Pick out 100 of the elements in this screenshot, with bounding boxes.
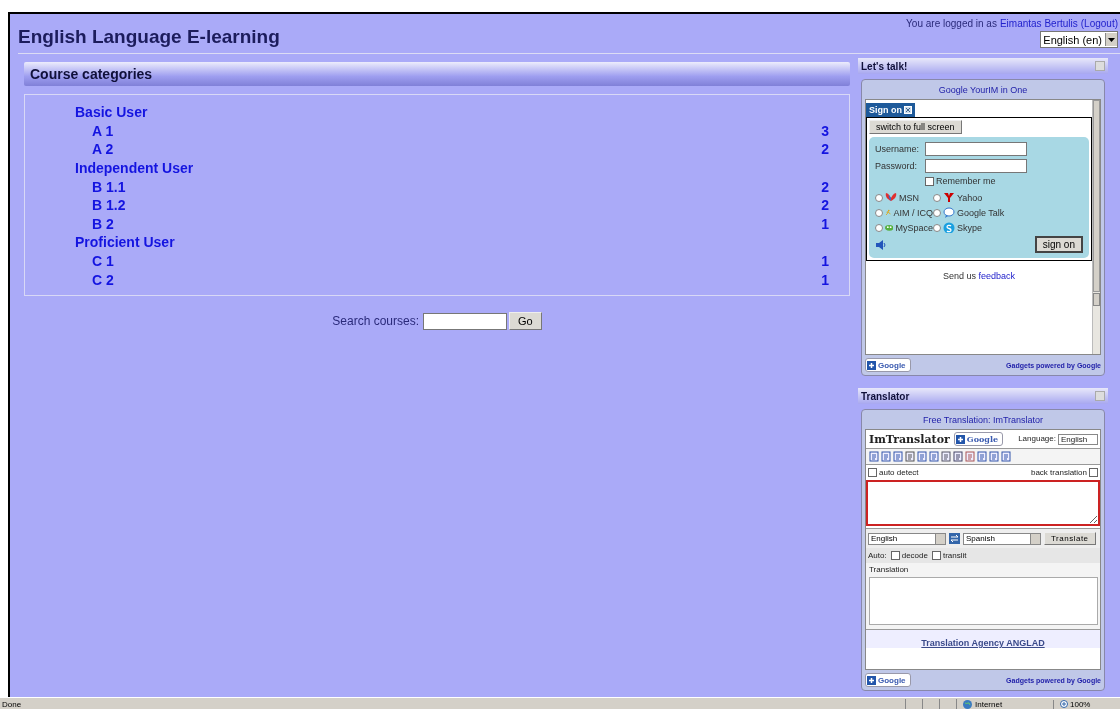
- source-text-field[interactable]: [866, 480, 1100, 526]
- category-link[interactable]: Independent User: [75, 160, 194, 177]
- scrollbar[interactable]: [1092, 100, 1100, 354]
- category-link[interactable]: Proficient User: [75, 234, 175, 251]
- radio-button[interactable]: [933, 208, 941, 217]
- google-button[interactable]: Google: [953, 432, 1004, 446]
- subcategory-link[interactable]: C 2: [92, 271, 114, 288]
- toolbar-icon: [917, 451, 927, 462]
- toolbar-icon: [1001, 451, 1011, 462]
- password-field[interactable]: [925, 159, 1027, 173]
- network-label: Google Talk: [957, 207, 1005, 218]
- toolbar-icon: [989, 451, 999, 462]
- checkbox-label: auto detect: [879, 468, 919, 477]
- section-header: Course categories: [24, 62, 850, 86]
- remember-label: Remember me: [936, 176, 996, 186]
- gadget-title: Google YourIM in One: [937, 84, 1029, 97]
- subcategory-link[interactable]: B 2: [92, 215, 114, 232]
- checkbox[interactable]: [925, 176, 934, 186]
- translator-brand: ImTranslator: [869, 432, 950, 446]
- globe-icon: [963, 699, 972, 709]
- course-count: 2: [821, 197, 829, 214]
- network-label: AIM / ICQ: [893, 207, 933, 218]
- toolbar-icon: [965, 451, 975, 462]
- block-title: Let's talk!: [861, 60, 908, 72]
- toolbar-icon: [881, 451, 891, 462]
- course-count: 1: [821, 215, 829, 232]
- network-label: MySpace: [895, 222, 933, 233]
- auto-label: Auto:: [868, 551, 887, 560]
- toolbar-icon: [929, 451, 939, 462]
- checkbox-label: back translation: [1030, 468, 1087, 477]
- checkbox[interactable]: [1089, 468, 1098, 477]
- full-screen-button[interactable]: switch to full screen: [869, 120, 962, 134]
- google-button[interactable]: Google: [865, 673, 911, 687]
- speaker-icon: [875, 239, 887, 250]
- checkbox-label: decode: [901, 551, 928, 560]
- toolbar-icon: [905, 451, 915, 462]
- network-label: MSN: [899, 192, 919, 203]
- toolbar-icon: [941, 451, 951, 462]
- plus-icon: [955, 434, 965, 444]
- network-label: Skype: [957, 222, 982, 233]
- go-button[interactable]: Go: [509, 312, 542, 330]
- plus-icon: [867, 675, 876, 685]
- plus-icon: [867, 360, 876, 370]
- category-link[interactable]: Basic User: [75, 104, 148, 121]
- subcategory-link[interactable]: B 1.2: [92, 197, 126, 214]
- subcategory-link[interactable]: C 1: [92, 253, 114, 270]
- radio-button[interactable]: [875, 208, 883, 217]
- feedback-link[interactable]: feedback: [978, 271, 1016, 281]
- translate-button[interactable]: Translate: [1044, 532, 1096, 545]
- language-dropdown[interactable]: English: [868, 532, 946, 545]
- swap-icon: [949, 533, 960, 544]
- speech-bubble-icon: [943, 207, 955, 218]
- language-dropdown[interactable]: Spanish: [963, 532, 1041, 545]
- gadget-title: Free Translation: ImTranslator: [921, 414, 1045, 427]
- site-title: English Language E-learning: [18, 26, 280, 48]
- radio-button[interactable]: [875, 193, 883, 202]
- radio-button[interactable]: [933, 193, 941, 202]
- search-label: Search courses:: [332, 314, 419, 328]
- butterfly-icon: [885, 192, 897, 203]
- course-count: 1: [821, 253, 829, 270]
- letter-y-icon: [943, 192, 955, 203]
- subcategory-link[interactable]: A 1: [92, 122, 114, 139]
- toolbar-icon: [893, 451, 903, 462]
- username-label: Username:: [875, 144, 920, 154]
- letter-s-icon: [943, 222, 955, 233]
- language-label: Language:: [1018, 433, 1056, 445]
- language-select[interactable]: English (en): [1040, 31, 1118, 48]
- subcategory-link[interactable]: B 1.1: [92, 178, 126, 195]
- toolbar-icon: [977, 451, 987, 462]
- status-text: Done: [2, 699, 23, 709]
- radio-button[interactable]: [875, 223, 883, 232]
- username-field[interactable]: [925, 142, 1027, 156]
- toolbar-icon: [953, 451, 963, 462]
- translation-label: Translation: [869, 565, 910, 574]
- google-button[interactable]: Google: [865, 358, 911, 372]
- running-figure-icon: [885, 207, 892, 218]
- checkbox[interactable]: [868, 468, 877, 477]
- course-count: 2: [821, 141, 829, 158]
- password-label: Password:: [875, 161, 919, 171]
- checkbox[interactable]: [931, 551, 941, 560]
- sign-on-button[interactable]: sign on: [1034, 236, 1083, 253]
- group-icon: [885, 222, 894, 233]
- network-label: Yahoo: [957, 192, 983, 203]
- checkbox[interactable]: [890, 551, 900, 560]
- block-title: Translator: [861, 390, 910, 402]
- subcategory-link[interactable]: A 2: [92, 141, 114, 158]
- logout-link[interactable]: (Logout): [1080, 18, 1118, 29]
- zone-label: Internet: [975, 699, 1003, 709]
- user-link[interactable]: Eimantas Bertulis: [999, 18, 1078, 29]
- sign-on-tab[interactable]: Sign on: [866, 103, 915, 117]
- course-count: 1: [821, 271, 829, 288]
- dropdown-arrow-icon: [1108, 37, 1115, 42]
- radio-button[interactable]: [933, 223, 941, 232]
- checkbox-label: translit: [942, 551, 967, 560]
- login-text: You are logged in as: [906, 18, 997, 29]
- search-field[interactable]: [423, 312, 507, 330]
- course-count: 3: [821, 122, 829, 139]
- close-icon: [904, 106, 912, 114]
- language-field[interactable]: English: [1058, 433, 1098, 445]
- zoom-control[interactable]: 100%: [1053, 699, 1120, 709]
